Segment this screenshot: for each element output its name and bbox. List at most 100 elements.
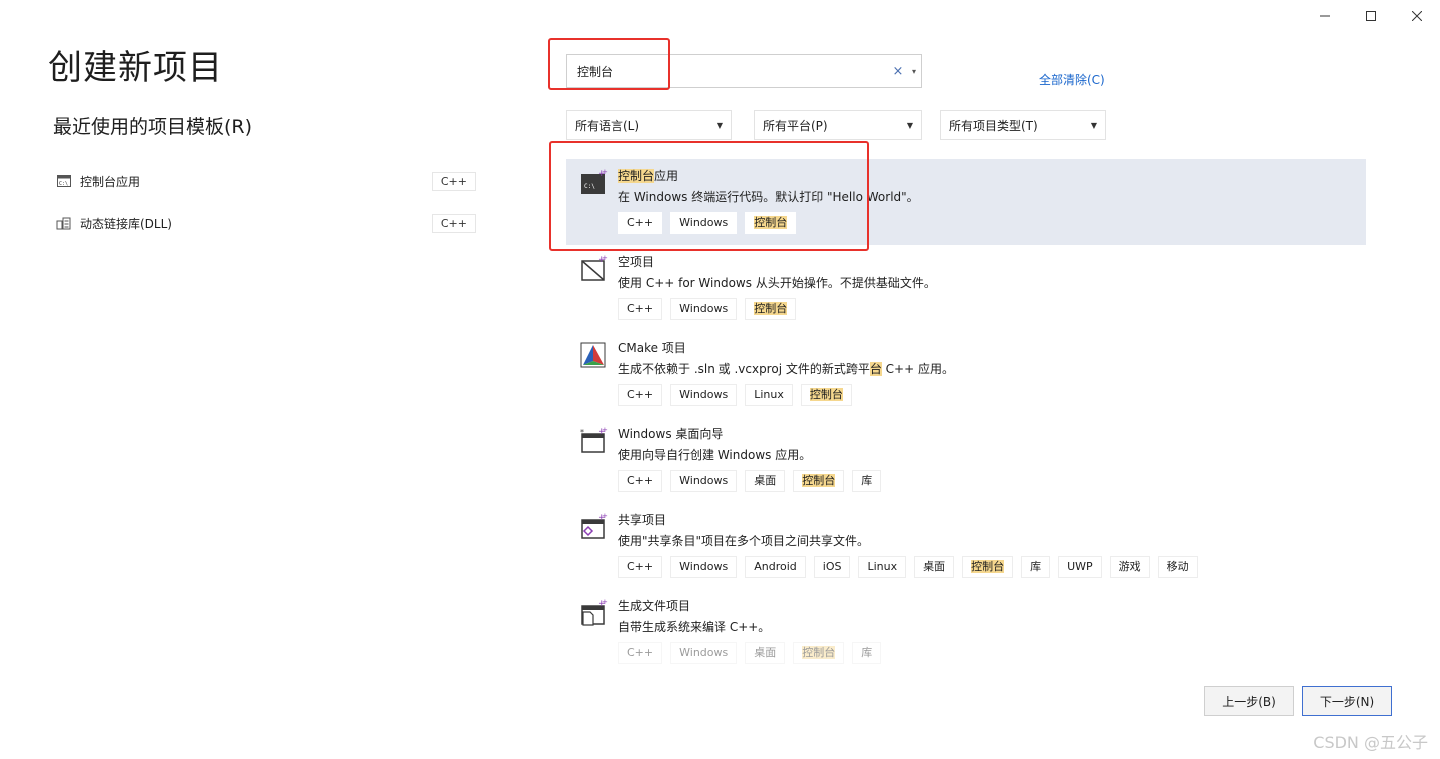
tag-highlighted: 控制台 bbox=[745, 298, 797, 320]
tag-label: 控制台 bbox=[802, 474, 836, 487]
svg-text:+: + bbox=[602, 599, 608, 606]
template-description: 使用向导自行创建 Windows 应用。 bbox=[618, 448, 812, 462]
tag: C++ bbox=[618, 298, 663, 320]
template-name: Windows 桌面向导 bbox=[618, 427, 724, 441]
template-name: 控制台应用 bbox=[618, 168, 1366, 184]
template-item-shared-project[interactable]: + + 共享项目 使用"共享条目"项目在多个项目之间共享文件。 C++ Wind… bbox=[566, 503, 1366, 589]
tag: Windows bbox=[670, 556, 738, 578]
maximize-button[interactable] bbox=[1348, 0, 1394, 32]
recent-templates-title: 最近使用的项目模板(R) bbox=[53, 116, 253, 138]
platform-filter-dropdown[interactable]: 所有平台(P) ▼ bbox=[754, 110, 922, 140]
tag: 移动 bbox=[1157, 556, 1198, 578]
tag: 桌面 bbox=[914, 556, 955, 578]
tag-highlighted: 控制台 bbox=[793, 470, 845, 492]
minimize-icon bbox=[1320, 15, 1330, 17]
tag-label: 控制台 bbox=[754, 216, 788, 229]
chevron-down-icon: ▼ bbox=[1090, 121, 1097, 130]
clear-all-link[interactable]: 全部清除(C) bbox=[1039, 71, 1105, 88]
search-input[interactable] bbox=[567, 55, 889, 87]
tag: C++ bbox=[618, 212, 663, 234]
template-name-rest: 应用 bbox=[654, 169, 679, 183]
language-filter-dropdown[interactable]: 所有语言(L) ▼ bbox=[566, 110, 732, 140]
chevron-down-icon: ▼ bbox=[906, 121, 913, 130]
template-item-desktop-wizard[interactable]: * + + Windows 桌面向导 使用向导自行创建 Windows 应用。 … bbox=[566, 417, 1366, 503]
maximize-icon bbox=[1366, 11, 1376, 21]
search-history-caret-icon[interactable]: ▾ bbox=[907, 67, 921, 76]
tag: C++ bbox=[618, 470, 663, 492]
tag-highlighted: 控制台 bbox=[793, 642, 845, 664]
recent-item-label: 动态链接库(DLL) bbox=[80, 216, 172, 231]
template-description: 使用 C++ for Windows 从头开始操作。不提供基础文件。 bbox=[618, 276, 936, 290]
filter-label: 所有平台(P) bbox=[763, 118, 828, 133]
tag: 游戏 bbox=[1109, 556, 1150, 578]
language-tag: C++ bbox=[431, 213, 476, 233]
tag-highlighted: 控制台 bbox=[745, 212, 797, 234]
template-name: 共享项目 bbox=[618, 513, 667, 527]
empty-project-icon: + + bbox=[581, 255, 608, 281]
search-clear-icon[interactable]: × bbox=[889, 64, 907, 79]
console-app-icon: C:\ bbox=[56, 173, 72, 189]
tag: Linux bbox=[858, 556, 907, 578]
template-tags: C++ Windows Linux 控制台 bbox=[618, 384, 1366, 406]
svg-text:*: * bbox=[580, 428, 584, 437]
minimize-button[interactable] bbox=[1302, 0, 1348, 32]
desktop-wizard-icon: * + + bbox=[580, 427, 608, 453]
tag: C++ bbox=[618, 384, 663, 406]
close-button[interactable] bbox=[1394, 0, 1440, 32]
template-tags: C++ Windows Android iOS Linux 桌面 控制台 库 U… bbox=[618, 556, 1366, 578]
svg-text:+: + bbox=[602, 513, 608, 520]
tag: C++ bbox=[618, 642, 663, 664]
filter-label: 所有语言(L) bbox=[575, 118, 640, 133]
template-description: 生成不依赖于 .sln 或 .vcxproj 文件的新式跨平台 C++ 应用。 bbox=[618, 361, 1366, 377]
watermark: CSDN @五公子 bbox=[1313, 733, 1428, 752]
recent-item-dll[interactable]: 动态链接库(DLL) C++ bbox=[56, 202, 476, 244]
tag-label: 控制台 bbox=[754, 302, 788, 315]
cmake-icon bbox=[580, 342, 606, 368]
tag: Windows bbox=[670, 212, 738, 234]
template-tags: C++ Windows 控制台 bbox=[618, 212, 1366, 234]
recent-item-console-app[interactable]: C:\ 控制台应用 C++ bbox=[56, 160, 476, 202]
desc-part: C++ 应用。 bbox=[881, 362, 954, 376]
tag: 桌面 bbox=[745, 642, 786, 664]
svg-text:C:\: C:\ bbox=[584, 183, 595, 190]
tag: 库 bbox=[852, 470, 882, 492]
template-item-makefile-project[interactable]: + + 生成文件项目 自带生成系统来编译 C++。 C++ Windows 桌面… bbox=[566, 589, 1366, 675]
desc-highlight: 台 bbox=[869, 362, 882, 376]
filter-label: 所有项目类型(T) bbox=[949, 118, 1038, 133]
tag-highlighted: 控制台 bbox=[800, 384, 852, 406]
template-tags: C++ Windows 控制台 bbox=[618, 298, 1366, 320]
template-item-cmake-project[interactable]: CMake 项目 生成不依赖于 .sln 或 .vcxproj 文件的新式跨平台… bbox=[566, 331, 1366, 417]
template-description: 自带生成系统来编译 C++。 bbox=[618, 620, 771, 634]
template-name: CMake 项目 bbox=[618, 341, 686, 355]
svg-text:C:\: C:\ bbox=[59, 181, 68, 187]
project-type-filter-dropdown[interactable]: 所有项目类型(T) ▼ bbox=[940, 110, 1106, 140]
tag: Android bbox=[745, 556, 806, 578]
next-button[interactable]: 下一步(N) bbox=[1302, 686, 1392, 716]
template-tags: C++ Windows 桌面 控制台 库 bbox=[618, 470, 1366, 492]
tag: Windows bbox=[670, 642, 738, 664]
template-name: 生成文件项目 bbox=[618, 599, 691, 613]
shared-project-icon: + + bbox=[581, 513, 608, 539]
language-tag: C++ bbox=[431, 171, 476, 191]
tag: 库 bbox=[1021, 556, 1051, 578]
desc-part: 生成不依赖于 .sln 或 .vcxproj 文件的新式跨平 bbox=[618, 362, 870, 376]
tag-label: 控制台 bbox=[802, 646, 836, 659]
template-name: 空项目 bbox=[618, 255, 655, 269]
template-item-console-app[interactable]: C:\ + + 控制台应用 在 Windows 终端运行代码。默认打印 "Hel… bbox=[566, 159, 1366, 245]
tag: Linux bbox=[745, 384, 793, 406]
tag-label: 控制台 bbox=[971, 560, 1005, 573]
console-app-icon: C:\ + + bbox=[581, 169, 608, 194]
tag: C++ bbox=[618, 556, 663, 578]
tag: UWP bbox=[1058, 556, 1102, 578]
dll-icon bbox=[56, 215, 72, 231]
tag: Windows bbox=[670, 384, 738, 406]
chevron-down-icon: ▼ bbox=[716, 121, 723, 130]
template-item-empty-project[interactable]: + + 空项目 使用 C++ for Windows 从头开始操作。不提供基础文… bbox=[566, 245, 1366, 331]
back-button[interactable]: 上一步(B) bbox=[1204, 686, 1294, 716]
tag: Windows bbox=[670, 470, 738, 492]
template-description: 在 Windows 终端运行代码。默认打印 "Hello World"。 bbox=[618, 190, 919, 204]
tag: Windows bbox=[670, 298, 738, 320]
recent-item-label: 控制台应用 bbox=[80, 174, 141, 189]
tag: iOS bbox=[813, 556, 851, 578]
template-tags: C++ Windows 桌面 控制台 库 bbox=[618, 642, 1366, 664]
